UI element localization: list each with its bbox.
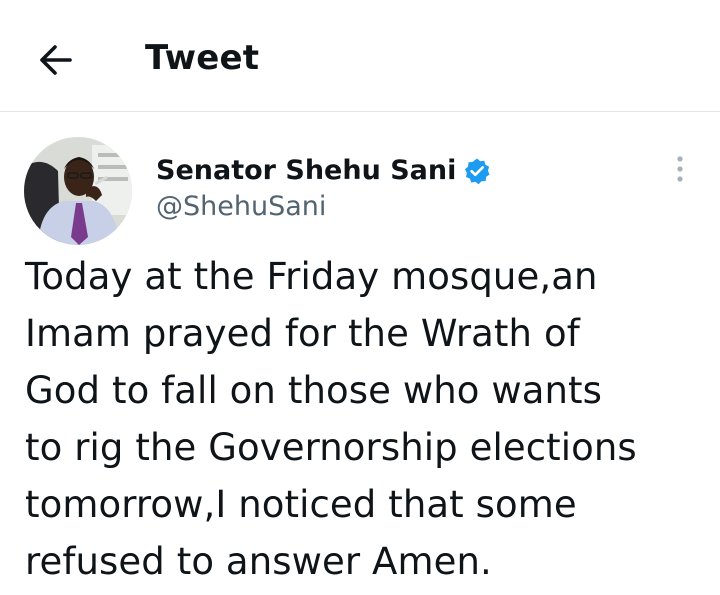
more-vertical-icon: [677, 156, 683, 182]
tweet-text: Today at the Friday mosque,an Imam praye…: [25, 255, 637, 583]
back-button[interactable]: [30, 38, 82, 82]
author-display-name: Senator Shehu Sani: [156, 155, 457, 186]
page-title: Tweet: [145, 38, 260, 78]
top-app-bar: Tweet: [0, 0, 720, 112]
avatar[interactable]: [24, 137, 132, 245]
verified-badge-icon: [463, 157, 491, 185]
tweet-author: Senator Shehu Sani @ShehuSani: [156, 153, 491, 225]
arrow-left-icon: [40, 45, 72, 75]
more-options-button[interactable]: [662, 150, 698, 186]
author-name-row[interactable]: Senator Shehu Sani: [156, 153, 491, 189]
author-handle[interactable]: @ShehuSani: [156, 189, 491, 225]
